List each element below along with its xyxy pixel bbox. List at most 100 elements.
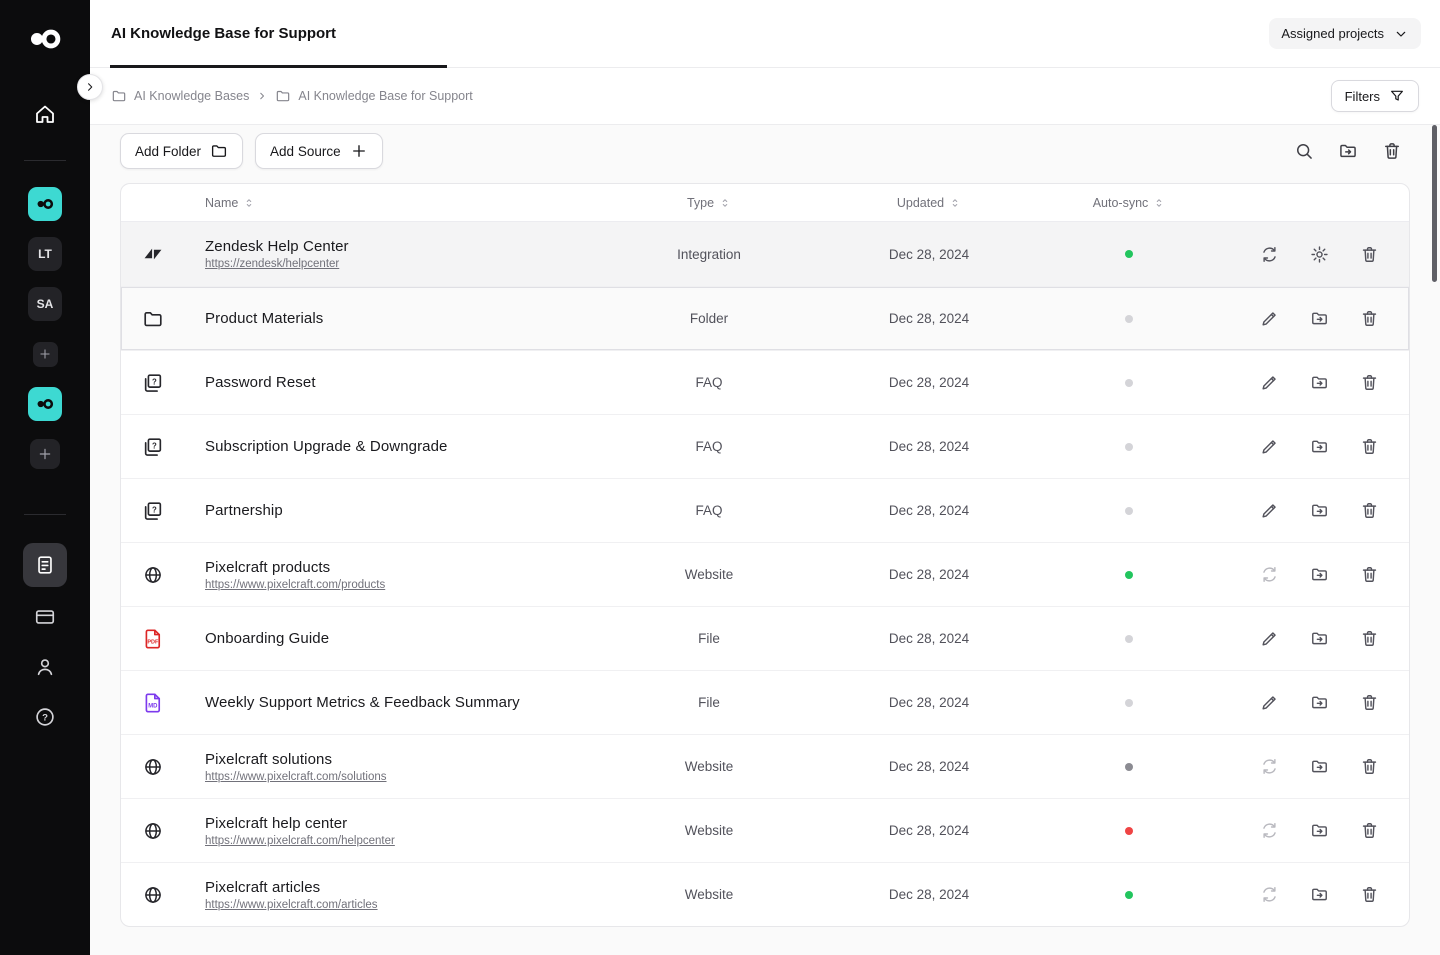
table-row[interactable]: Weekly Support Metrics & Feedback Summar… bbox=[121, 670, 1409, 734]
column-header-autosync[interactable]: Auto-sync bbox=[1029, 196, 1229, 210]
assigned-projects-dropdown[interactable]: Assigned projects bbox=[1269, 18, 1421, 49]
add-workspace-button-small[interactable] bbox=[33, 342, 58, 367]
workspace-label: LT bbox=[38, 247, 52, 261]
sync-button[interactable] bbox=[1255, 240, 1283, 268]
row-name-cell: Pixelcraft products https://www.pixelcra… bbox=[185, 559, 589, 591]
table-row[interactable]: Pixelcraft solutions https://www.pixelcr… bbox=[121, 734, 1409, 798]
workspace-tile-brand-1[interactable] bbox=[28, 187, 62, 221]
workspace-tile-brand-2[interactable] bbox=[28, 387, 62, 421]
source-url[interactable]: https://www.pixelcraft.com/articles bbox=[205, 899, 378, 911]
breadcrumb-item-root[interactable]: AI Knowledge Bases bbox=[134, 89, 249, 103]
sync-button[interactable] bbox=[1255, 817, 1283, 845]
source-url[interactable]: https://www.pixelcraft.com/products bbox=[205, 579, 385, 591]
column-header-type[interactable]: Type bbox=[589, 196, 829, 210]
trash-icon bbox=[1360, 821, 1379, 840]
delete-button[interactable] bbox=[1355, 817, 1383, 845]
source-type: Folder bbox=[589, 311, 829, 326]
move-to-folder-button[interactable] bbox=[1330, 133, 1366, 169]
delete-button[interactable] bbox=[1355, 240, 1383, 268]
source-url[interactable]: https://www.pixelcraft.com/helpcenter bbox=[205, 835, 395, 847]
sync-button[interactable] bbox=[1255, 561, 1283, 589]
help-button[interactable] bbox=[25, 697, 65, 737]
edit-button[interactable] bbox=[1255, 305, 1283, 333]
row-icon-cell bbox=[121, 565, 185, 585]
column-header-name[interactable]: Name bbox=[185, 196, 589, 210]
row-actions bbox=[1229, 689, 1409, 717]
delete-button[interactable] bbox=[1355, 433, 1383, 461]
page-title: AI Knowledge Base for Support bbox=[111, 25, 336, 42]
move-to-folder-button[interactable] bbox=[1305, 305, 1333, 333]
column-label: Type bbox=[687, 196, 714, 210]
filters-button[interactable]: Filters bbox=[1331, 80, 1419, 112]
move-to-folder-button[interactable] bbox=[1305, 817, 1333, 845]
table-row[interactable]: Pixelcraft products https://www.pixelcra… bbox=[121, 542, 1409, 606]
autosync-cell bbox=[1029, 315, 1229, 323]
sidebar-item-billing[interactable] bbox=[25, 597, 65, 637]
move-to-folder-button[interactable] bbox=[1305, 625, 1333, 653]
table-row[interactable]: Password Reset FAQ Dec 28, 2024 bbox=[121, 350, 1409, 414]
add-folder-label: Add Folder bbox=[135, 144, 201, 159]
home-button[interactable] bbox=[25, 94, 65, 134]
delete-button[interactable] bbox=[1374, 133, 1410, 169]
row-name-cell: Partnership bbox=[185, 502, 589, 519]
move-to-folder-button[interactable] bbox=[1305, 369, 1333, 397]
table-row[interactable]: Pixelcraft articles https://www.pixelcra… bbox=[121, 862, 1409, 926]
sidebar-expand-button[interactable] bbox=[77, 74, 103, 100]
vertical-scrollbar[interactable] bbox=[1432, 125, 1437, 282]
source-updated: Dec 28, 2024 bbox=[829, 887, 1029, 902]
source-name: Pixelcraft products bbox=[205, 559, 589, 576]
workspace-tile-lt[interactable]: LT bbox=[28, 237, 62, 271]
trash-icon bbox=[1360, 373, 1379, 392]
search-button[interactable] bbox=[1286, 133, 1322, 169]
move-to-folder-button[interactable] bbox=[1305, 561, 1333, 589]
row-actions bbox=[1229, 817, 1409, 845]
settings-button[interactable] bbox=[1305, 240, 1333, 268]
delete-button[interactable] bbox=[1355, 561, 1383, 589]
table-row[interactable]: Pixelcraft help center https://www.pixel… bbox=[121, 798, 1409, 862]
source-type: Website bbox=[589, 823, 829, 838]
delete-button[interactable] bbox=[1355, 625, 1383, 653]
workspace-tile-sa[interactable]: SA bbox=[28, 287, 62, 321]
delete-button[interactable] bbox=[1355, 305, 1383, 333]
plus-icon bbox=[37, 446, 53, 462]
page-title-tab[interactable]: AI Knowledge Base for Support bbox=[110, 0, 337, 68]
pencil-icon bbox=[1260, 629, 1279, 648]
add-folder-button[interactable]: Add Folder bbox=[120, 133, 243, 169]
sidebar-item-knowledge-bases[interactable] bbox=[23, 543, 67, 587]
table-row[interactable]: Product Materials Folder Dec 28, 2024 bbox=[121, 286, 1409, 350]
table-row[interactable]: Onboarding Guide File Dec 28, 2024 bbox=[121, 606, 1409, 670]
column-header-updated[interactable]: Updated bbox=[829, 196, 1029, 210]
edit-button[interactable] bbox=[1255, 689, 1283, 717]
row-icon-cell bbox=[121, 885, 185, 905]
delete-button[interactable] bbox=[1355, 881, 1383, 909]
add-workspace-button[interactable] bbox=[30, 439, 60, 469]
move-to-folder-button[interactable] bbox=[1305, 433, 1333, 461]
delete-button[interactable] bbox=[1355, 369, 1383, 397]
autosync-status-dot bbox=[1125, 443, 1133, 451]
folder-move-icon bbox=[1310, 885, 1329, 904]
sidebar-item-profile[interactable] bbox=[25, 647, 65, 687]
table-row[interactable]: Subscription Upgrade & Downgrade FAQ Dec… bbox=[121, 414, 1409, 478]
move-to-folder-button[interactable] bbox=[1305, 881, 1333, 909]
source-url[interactable]: https://zendesk/helpcenter bbox=[205, 258, 339, 270]
edit-button[interactable] bbox=[1255, 369, 1283, 397]
delete-button[interactable] bbox=[1355, 689, 1383, 717]
sync-button[interactable] bbox=[1255, 753, 1283, 781]
edit-button[interactable] bbox=[1255, 433, 1283, 461]
add-source-button[interactable]: Add Source bbox=[255, 133, 383, 169]
delete-button[interactable] bbox=[1355, 753, 1383, 781]
table-row[interactable]: Partnership FAQ Dec 28, 2024 bbox=[121, 478, 1409, 542]
sync-button[interactable] bbox=[1255, 881, 1283, 909]
move-to-folder-button[interactable] bbox=[1305, 753, 1333, 781]
breadcrumb-item-current[interactable]: AI Knowledge Base for Support bbox=[298, 89, 472, 103]
edit-button[interactable] bbox=[1255, 497, 1283, 525]
row-actions bbox=[1229, 881, 1409, 909]
move-to-folder-button[interactable] bbox=[1305, 689, 1333, 717]
row-icon-cell bbox=[121, 692, 185, 714]
table-row[interactable]: Zendesk Help Center https://zendesk/help… bbox=[121, 222, 1409, 286]
delete-button[interactable] bbox=[1355, 497, 1383, 525]
source-url[interactable]: https://www.pixelcraft.com/solutions bbox=[205, 771, 387, 783]
autosync-status-dot bbox=[1125, 827, 1133, 835]
move-to-folder-button[interactable] bbox=[1305, 497, 1333, 525]
edit-button[interactable] bbox=[1255, 625, 1283, 653]
